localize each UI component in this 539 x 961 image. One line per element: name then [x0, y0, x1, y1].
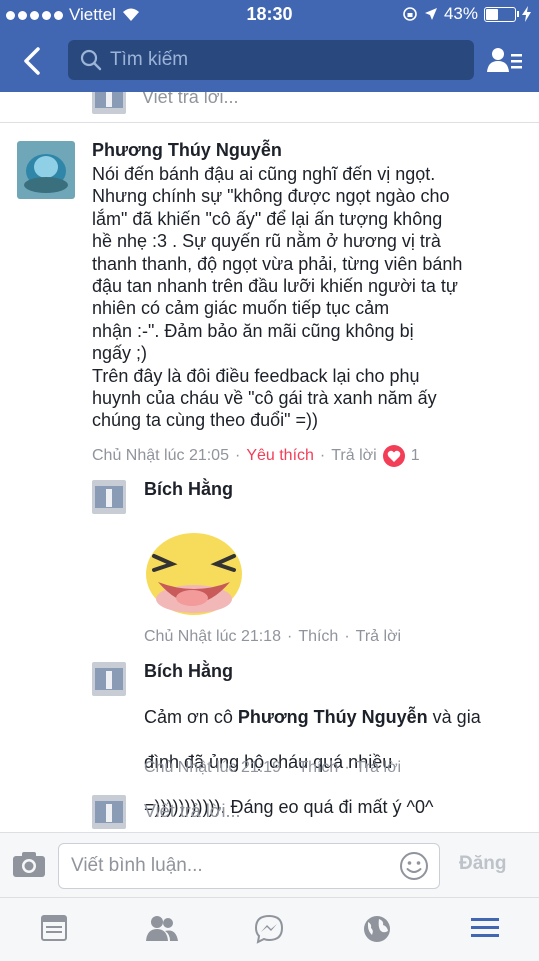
- lock-rotation-icon: [403, 7, 417, 21]
- search-input[interactable]: Tìm kiếm: [68, 40, 474, 80]
- top-bar: Viettel 18:30 43% Tìm kiếm: [0, 0, 539, 92]
- reply-time[interactable]: Chủ Nhật lúc 21:19: [144, 759, 281, 777]
- reply-meta: Chủ Nhật lúc 21:18 · Thích · Trả lời: [144, 628, 401, 646]
- messenger-icon[interactable]: [254, 914, 284, 944]
- comment-line: ngấy ;): [92, 343, 148, 364]
- comment-line: chúng ta cùng theo đuổi" =)): [92, 410, 319, 431]
- globe-icon[interactable]: [362, 914, 392, 944]
- reply-button[interactable]: Trả lời: [331, 447, 376, 465]
- heart-icon[interactable]: [382, 445, 405, 467]
- comment-line: nhiên có cảm giác muốn tiếp tục cảm: [92, 298, 390, 319]
- status-bar: Viettel 18:30 43%: [0, 0, 539, 30]
- avatar[interactable]: [17, 141, 75, 199]
- avatar[interactable]: [92, 662, 126, 696]
- comment-line: nhận :-". Đảm bảo ăn mãi cũng không bị: [92, 320, 414, 341]
- status-right: 43%: [402, 4, 531, 24]
- reply-line: Cảm ơn cô Phương Thúy Nguyễn và gia: [144, 706, 534, 728]
- battery-percent: 43%: [443, 4, 478, 23]
- comment-line: lắm" đã khiến "cô ấy" để lại ấn tượng kh…: [92, 208, 443, 229]
- charging-icon: [522, 6, 531, 22]
- separator: ·: [286, 628, 293, 645]
- separator: ·: [286, 759, 293, 776]
- reply-meta: Chủ Nhật lúc 21:19 · Thích · Trả lời: [144, 759, 401, 777]
- post-button[interactable]: Đăng: [459, 853, 507, 875]
- comment-thread: Viết trả lời... Phương Thúy Nguyễn Nói đ…: [0, 92, 539, 832]
- reply-placeholder: Viết trả lời...: [142, 92, 239, 107]
- reply-time[interactable]: Chủ Nhật lúc 21:18: [144, 628, 281, 646]
- back-icon[interactable]: [18, 46, 48, 76]
- news-feed-icon[interactable]: [40, 914, 68, 942]
- search-icon: [80, 49, 102, 71]
- comment-input[interactable]: Viết bình luận...: [58, 843, 440, 889]
- emoji-icon[interactable]: [399, 851, 429, 881]
- comment-line: đậu tan nhanh trên đầu lưỡi khiến người …: [92, 276, 458, 297]
- reaction-count[interactable]: 1: [411, 447, 420, 465]
- reply-author[interactable]: Bích Hằng: [144, 661, 233, 682]
- nav-row: Tìm kiếm: [0, 38, 539, 86]
- comment-line: huynh của cháu về "cô gái trà xanh năm ấ…: [92, 388, 437, 409]
- mention-link[interactable]: Phương Thúy Nguyễn: [238, 707, 428, 727]
- battery-icon: [484, 6, 519, 22]
- comment-body: Nói đến bánh đậu ai cũng nghĩ đến vị ngọ…: [92, 163, 532, 432]
- tab-bar: [0, 897, 539, 961]
- reply-author[interactable]: Bích Hằng: [144, 479, 233, 500]
- friends-icon[interactable]: [145, 914, 179, 942]
- laughing-sticker: [144, 524, 244, 621]
- like-button[interactable]: Thích: [298, 759, 338, 777]
- location-icon: [424, 8, 437, 20]
- separator: ·: [344, 628, 350, 645]
- comment-bar: Viết bình luận... Đăng: [0, 832, 539, 897]
- like-button[interactable]: Thích: [298, 628, 338, 646]
- comment-time[interactable]: Chủ Nhật lúc 21:05: [92, 447, 229, 465]
- avatar: [92, 795, 126, 829]
- comment-meta: Chủ Nhật lúc 21:05 · Yêu thích · Trả lời…: [92, 445, 420, 467]
- camera-icon[interactable]: [12, 850, 46, 878]
- menu-icon[interactable]: [470, 914, 500, 942]
- comment-line: Nhưng chính sự "không được ngọt ngào cho: [92, 186, 450, 207]
- friend-list-icon[interactable]: [486, 46, 524, 76]
- avatar: [92, 92, 126, 114]
- separator: ·: [234, 447, 241, 464]
- reply-input[interactable]: Viết trả lời...: [144, 801, 241, 822]
- reply-button[interactable]: Trả lời: [356, 628, 401, 646]
- divider: [0, 122, 539, 123]
- comment-line: Nói đến bánh đậu ai cũng nghĩ đến vị ngọ…: [92, 164, 436, 184]
- previous-reply-box[interactable]: Viết trả lời...: [92, 92, 239, 114]
- comment-line: hề nhẹ :3 . Sự quyến rũ nằm ở hương vị t…: [92, 231, 441, 252]
- avatar[interactable]: [92, 480, 126, 514]
- comment-line: thanh thanh, độ ngọt vừa phải, từng viên…: [92, 253, 463, 274]
- reply-text: và gia: [427, 707, 481, 728]
- comment-line: Trên đây là đôi điều feedback lại cho ph…: [92, 365, 420, 386]
- reply-button[interactable]: Trả lời: [356, 759, 401, 777]
- comment-placeholder: Viết bình luận...: [71, 855, 203, 876]
- love-reaction-button[interactable]: Yêu thích: [246, 447, 314, 465]
- reply-text: Cảm ơn cô: [144, 707, 238, 728]
- separator: ·: [319, 447, 326, 464]
- separator: ·: [344, 759, 350, 776]
- comment-author[interactable]: Phương Thúy Nguyễn: [92, 140, 282, 161]
- search-placeholder: Tìm kiếm: [110, 49, 189, 70]
